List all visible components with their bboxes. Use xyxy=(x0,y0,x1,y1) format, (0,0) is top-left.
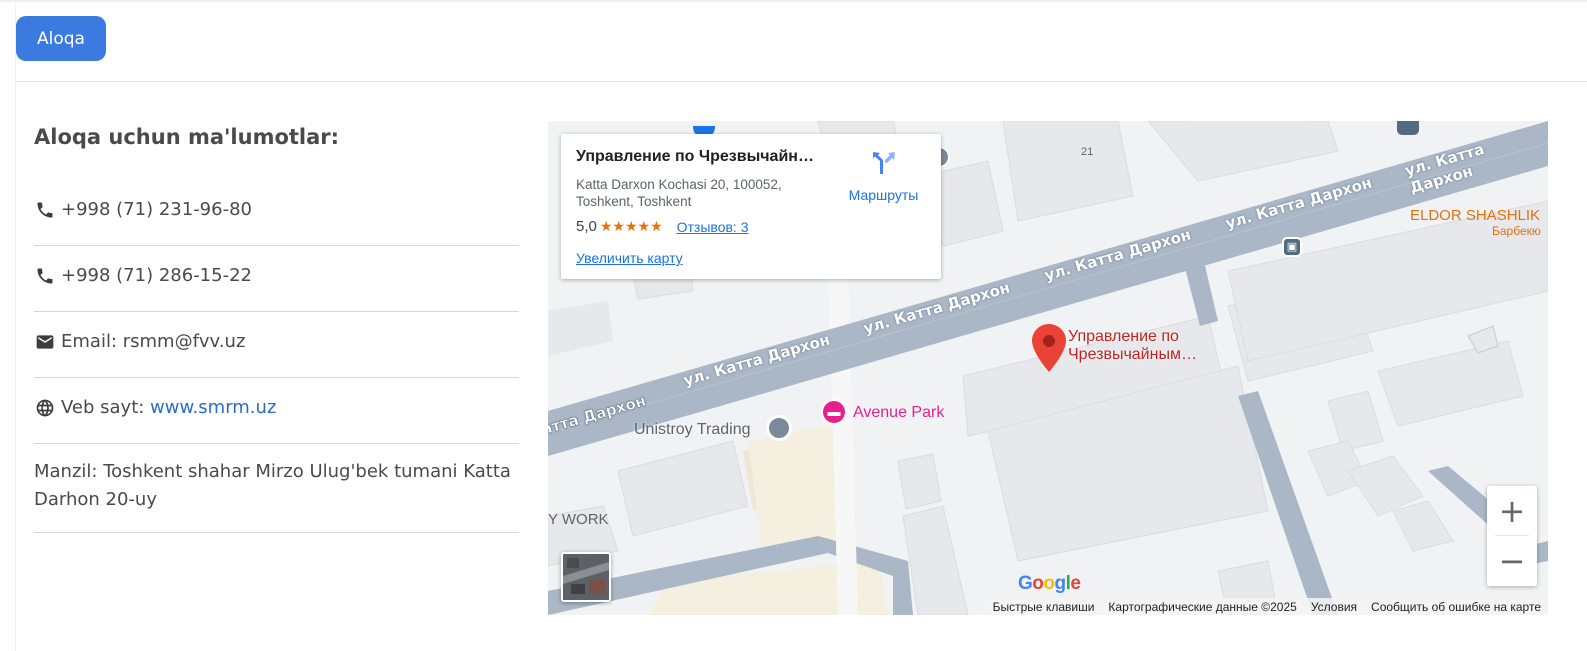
place-address: Katta Darxon Kochasi 20, 100052, Toshken… xyxy=(576,177,782,209)
address-text: Manzil: Toshkent shahar Mirzo Ulug'bek t… xyxy=(34,444,519,533)
website-prefix: Veb sayt: xyxy=(61,397,151,418)
globe-icon xyxy=(34,397,56,419)
poi-unistroy-label[interactable]: Unistroy Trading xyxy=(634,421,751,439)
map-embed[interactable]: 21 атта Дархон ул. Катта Дархон ул. Катт… xyxy=(548,121,1548,615)
poi-eldor[interactable]: ELDOR SHASHLIK Барбекю xyxy=(1410,207,1548,238)
enlarge-map-link[interactable]: Увеличить карту xyxy=(576,250,683,266)
directions-icon xyxy=(869,152,899,182)
report-error-link[interactable]: Сообщить об ошибке на карте xyxy=(1364,600,1548,614)
zoom-out-button[interactable]: − xyxy=(1487,536,1537,585)
poi-work-label: Y WORK xyxy=(548,511,609,528)
terms-link[interactable]: Условия xyxy=(1304,600,1364,614)
contact-info-title: Aloqa uchun ma'lumotlar: xyxy=(34,125,340,149)
website-link[interactable]: www.smrm.uz xyxy=(150,397,276,418)
bus-stop-icon[interactable] xyxy=(1397,121,1419,135)
place-rating: 5,0 ★★★★★ Отзывов: 3 xyxy=(576,218,748,235)
reviews-link[interactable]: Отзывов: 3 xyxy=(677,219,749,235)
phone-number-1: +998 (71) 231-96-80 xyxy=(61,199,252,220)
building-number: 21 xyxy=(1081,146,1093,158)
hotel-icon[interactable]: ▬ xyxy=(821,399,847,425)
email-icon xyxy=(34,331,56,353)
place-info-card: Управление по Чрезвычайным ситуациям Kat… xyxy=(561,134,941,279)
place-icon[interactable] xyxy=(766,415,792,441)
phone-row-1: +998 (71) 231-96-80 xyxy=(34,188,519,246)
zoom-control: + − xyxy=(1487,486,1537,586)
marker-label: Управление по Чрезвычайным… xyxy=(1068,328,1197,364)
bus-stop-icon[interactable]: ▣ xyxy=(1282,237,1302,257)
map-data-text: Картографические данные ©2025 xyxy=(1108,599,1297,614)
poi-eldor-label: ELDOR SHASHLIK xyxy=(1410,207,1541,224)
phone-icon xyxy=(34,199,56,221)
map-marker-icon[interactable] xyxy=(1032,324,1066,377)
satellite-toggle-thumbnail[interactable] xyxy=(561,552,611,602)
website-text: Veb sayt: www.smrm.uz xyxy=(61,397,276,418)
place-title: Управление по Чрезвычайным ситуациям xyxy=(576,148,826,165)
zoom-in-button[interactable]: + xyxy=(1487,486,1537,535)
directions-label: Маршруты xyxy=(848,187,919,203)
rating-value: 5,0 xyxy=(576,218,597,235)
poi-avenue-label[interactable]: Avenue Park xyxy=(853,404,944,422)
marker-label-line-1: Управление по xyxy=(1068,328,1179,345)
email-text: Email: rsmm@fvv.uz xyxy=(61,331,246,352)
keyboard-shortcuts-link[interactable]: Быстрые клавиши xyxy=(986,600,1102,614)
phone-icon xyxy=(34,265,56,287)
phone-row-2: +998 (71) 286-15-22 xyxy=(34,246,519,312)
header-bar: Aloqa xyxy=(15,0,1587,82)
contact-info-panel: Aloqa uchun ma'lumotlar: +998 (71) 231-9… xyxy=(34,120,519,533)
google-logo: Google xyxy=(1018,573,1081,594)
email-row: Email: rsmm@fvv.uz xyxy=(34,312,519,378)
marker-label-line-2: Чрезвычайным… xyxy=(1068,346,1197,363)
rating-stars: ★★★★★ xyxy=(599,218,663,235)
map-footer: Быстрые клавиши Картографические данные … xyxy=(985,598,1548,615)
phone-number-2: +998 (71) 286-15-22 xyxy=(61,265,252,286)
directions-button[interactable]: Маршруты xyxy=(836,148,931,203)
tab-contact[interactable]: Aloqa xyxy=(16,16,106,61)
poi-eldor-category: Барбекю xyxy=(1492,224,1541,238)
website-row: Veb sayt: www.smrm.uz xyxy=(34,378,519,444)
